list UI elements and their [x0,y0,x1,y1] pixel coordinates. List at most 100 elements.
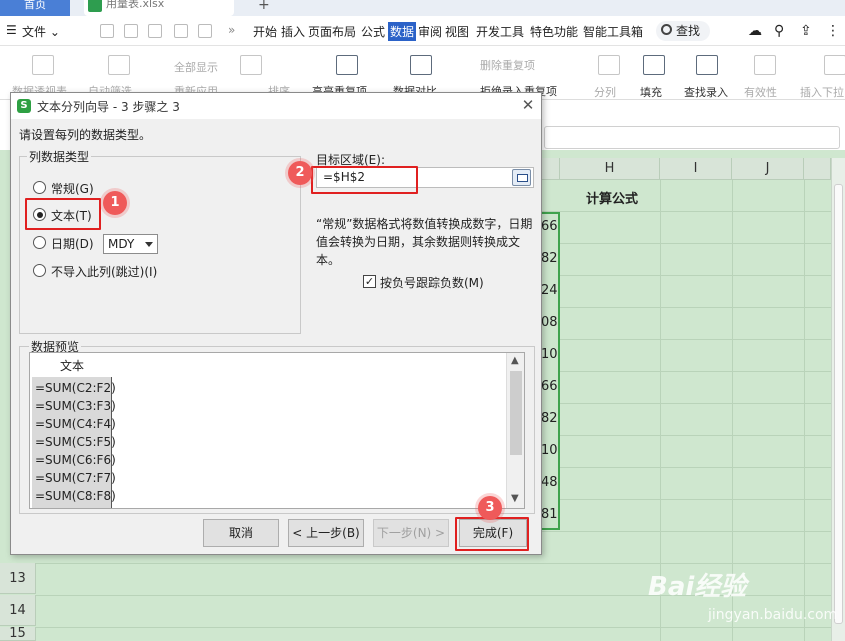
preview-column-header[interactable]: 文本 [32,356,112,376]
pivot-table-icon [32,55,54,75]
wps-logo-icon: S [17,99,31,113]
tab-start[interactable]: 开始 [253,23,277,40]
dialog-prompt: 请设置每列的数据类型。 [19,128,152,142]
date-format-value: MDY [108,237,135,251]
remove-dup-button[interactable]: 删除重复项 [480,57,535,73]
tab-developer[interactable]: 开发工具 [476,23,524,40]
validity-icon [754,55,776,75]
negative-sign-checkbox[interactable]: ✓ [363,275,376,288]
tab-special[interactable]: 特色功能 [530,23,578,40]
more-options-icon[interactable]: ⋮ [826,23,840,39]
preview-icon[interactable] [174,24,188,38]
tab-document[interactable]: 用量表.xlsx [84,0,234,16]
cell-value[interactable]: 10 [541,443,558,458]
column-header-k[interactable] [804,158,831,180]
split-icon [598,55,620,75]
row-header-14[interactable]: 14 [0,595,36,626]
cell-value[interactable]: 24 [541,283,558,298]
share-icon[interactable]: ⇪ [800,23,812,39]
preview-row: =SUM(C4:F4) [35,417,116,431]
tab-view[interactable]: 视图 [445,23,469,40]
hamburger-menu-icon[interactable]: ☰ [6,23,17,37]
cell-value[interactable]: 82 [541,411,558,426]
cell-value[interactable]: 82 [541,251,558,266]
formula-input[interactable] [544,126,840,149]
scroll-up-icon[interactable]: ▲ [511,355,519,366]
tab-insert[interactable]: 插入 [281,23,305,40]
radio-date-label[interactable]: 日期(D) [51,235,94,252]
sort-icon [240,55,262,75]
validity-button[interactable]: 有效性 [744,84,777,100]
search-button[interactable]: 查找 [656,21,710,41]
tab-document-label: 用量表.xlsx [106,0,165,10]
menu-bar: ☰ 文件 ⌄ » 开始 插入 页面布局 公式 数据 审阅 视图 开发工具 特色功… [0,16,845,46]
lookup-entry-icon [696,55,718,75]
row-header-13[interactable]: 13 [0,563,36,594]
radio-skip[interactable] [33,264,46,277]
text-to-columns-dialog: S 文本分列向导 - 3 步骤之 3 ✕ 请设置每列的数据类型。 列数据类型 常… [10,92,542,555]
range-picker-icon[interactable] [512,169,531,186]
preview-scrollbar[interactable]: ▲ ▼ [506,353,524,508]
lookup-entry-button[interactable]: 查找录入 [684,84,728,100]
radio-skip-label[interactable]: 不导入此列(跳过)(I) [51,263,157,280]
fill-icon [643,55,665,75]
file-menu[interactable]: 文件 ⌄ [22,23,60,40]
preview-row: =SUM(C3:F3) [35,399,116,413]
split-button[interactable]: 分列 [594,84,616,100]
more-icon[interactable]: » [228,23,235,37]
save-icon[interactable] [100,24,114,38]
tab-toolbox[interactable]: 智能工具箱 [583,23,643,40]
watermark-logo: Bai经验 [648,572,747,602]
formula-bar [540,126,845,150]
preview-scrollbar-thumb[interactable] [510,371,522,455]
undo-icon[interactable] [198,24,212,38]
data-preview[interactable]: 文本 =SUM(C2:F2) =SUM(C3:F3) =SUM(C4:F4) =… [29,352,525,509]
cell-value[interactable]: 66 [541,379,558,394]
highlight-dup-icon [336,55,358,75]
cloud-icon[interactable]: ☁ [748,23,762,39]
fill-button[interactable]: 填充 [640,84,662,100]
print-icon[interactable] [148,24,162,38]
sheet-vertical-scrollbar[interactable] [831,158,845,641]
tab-data[interactable]: 数据 [388,22,417,41]
radio-date[interactable] [33,236,46,249]
scrollbar-thumb[interactable] [834,184,843,624]
scroll-down-icon[interactable]: ▼ [511,493,519,504]
column-header-j[interactable]: J [732,158,804,180]
show-all-button[interactable]: 全部显示 [174,59,218,75]
cell-value[interactable]: 48 [541,475,558,490]
insert-dropdown-button[interactable]: 插入下拉 [800,84,844,100]
cell-value[interactable]: 81 [541,507,558,522]
export-icon[interactable] [124,24,138,38]
preview-selected-column[interactable]: =SUM(C2:F2) =SUM(C3:F3) =SUM(C4:F4) =SUM… [32,377,116,508]
column-header-h[interactable]: H [560,158,660,180]
step-badge-1: 1 [103,191,127,215]
user-icon[interactable]: ⚲ [774,23,784,39]
radio-general-label[interactable]: 常规(G) [51,180,94,197]
cell-h1-calc-header[interactable]: 计算公式 [586,188,638,207]
column-header-g[interactable] [541,158,560,180]
compare-icon [410,55,432,75]
cancel-button[interactable]: 取消 [203,519,279,547]
cell-value[interactable]: 66 [541,219,558,234]
tab-formula[interactable]: 公式 [361,23,385,40]
new-tab-button[interactable]: + [258,0,270,12]
close-icon[interactable]: ✕ [519,96,537,114]
search-label: 查找 [676,24,701,38]
cell-value[interactable]: 08 [541,315,558,330]
dialog-title: 文本分列向导 - 3 步骤之 3 [37,100,180,114]
column-header-i[interactable]: I [660,158,732,180]
prev-step-button[interactable]: < 上一步(B) [288,519,364,547]
tab-home[interactable]: 首页 [0,0,70,16]
tab-review[interactable]: 审阅 [418,23,442,40]
row-header-15[interactable]: 15 [0,627,36,641]
spreadsheet-icon [88,0,102,12]
negative-sign-label[interactable]: 按负号跟踪负数(M) [380,274,484,291]
title-bar: 首页 用量表.xlsx + [0,0,845,16]
radio-general[interactable] [33,181,46,194]
next-step-button[interactable]: 下一步(N) > [373,519,449,547]
cell-value[interactable]: 10 [541,347,558,362]
tab-page-layout[interactable]: 页面布局 [308,23,356,40]
insert-dropdown-icon [824,55,845,75]
date-format-select[interactable]: MDY [103,234,158,254]
